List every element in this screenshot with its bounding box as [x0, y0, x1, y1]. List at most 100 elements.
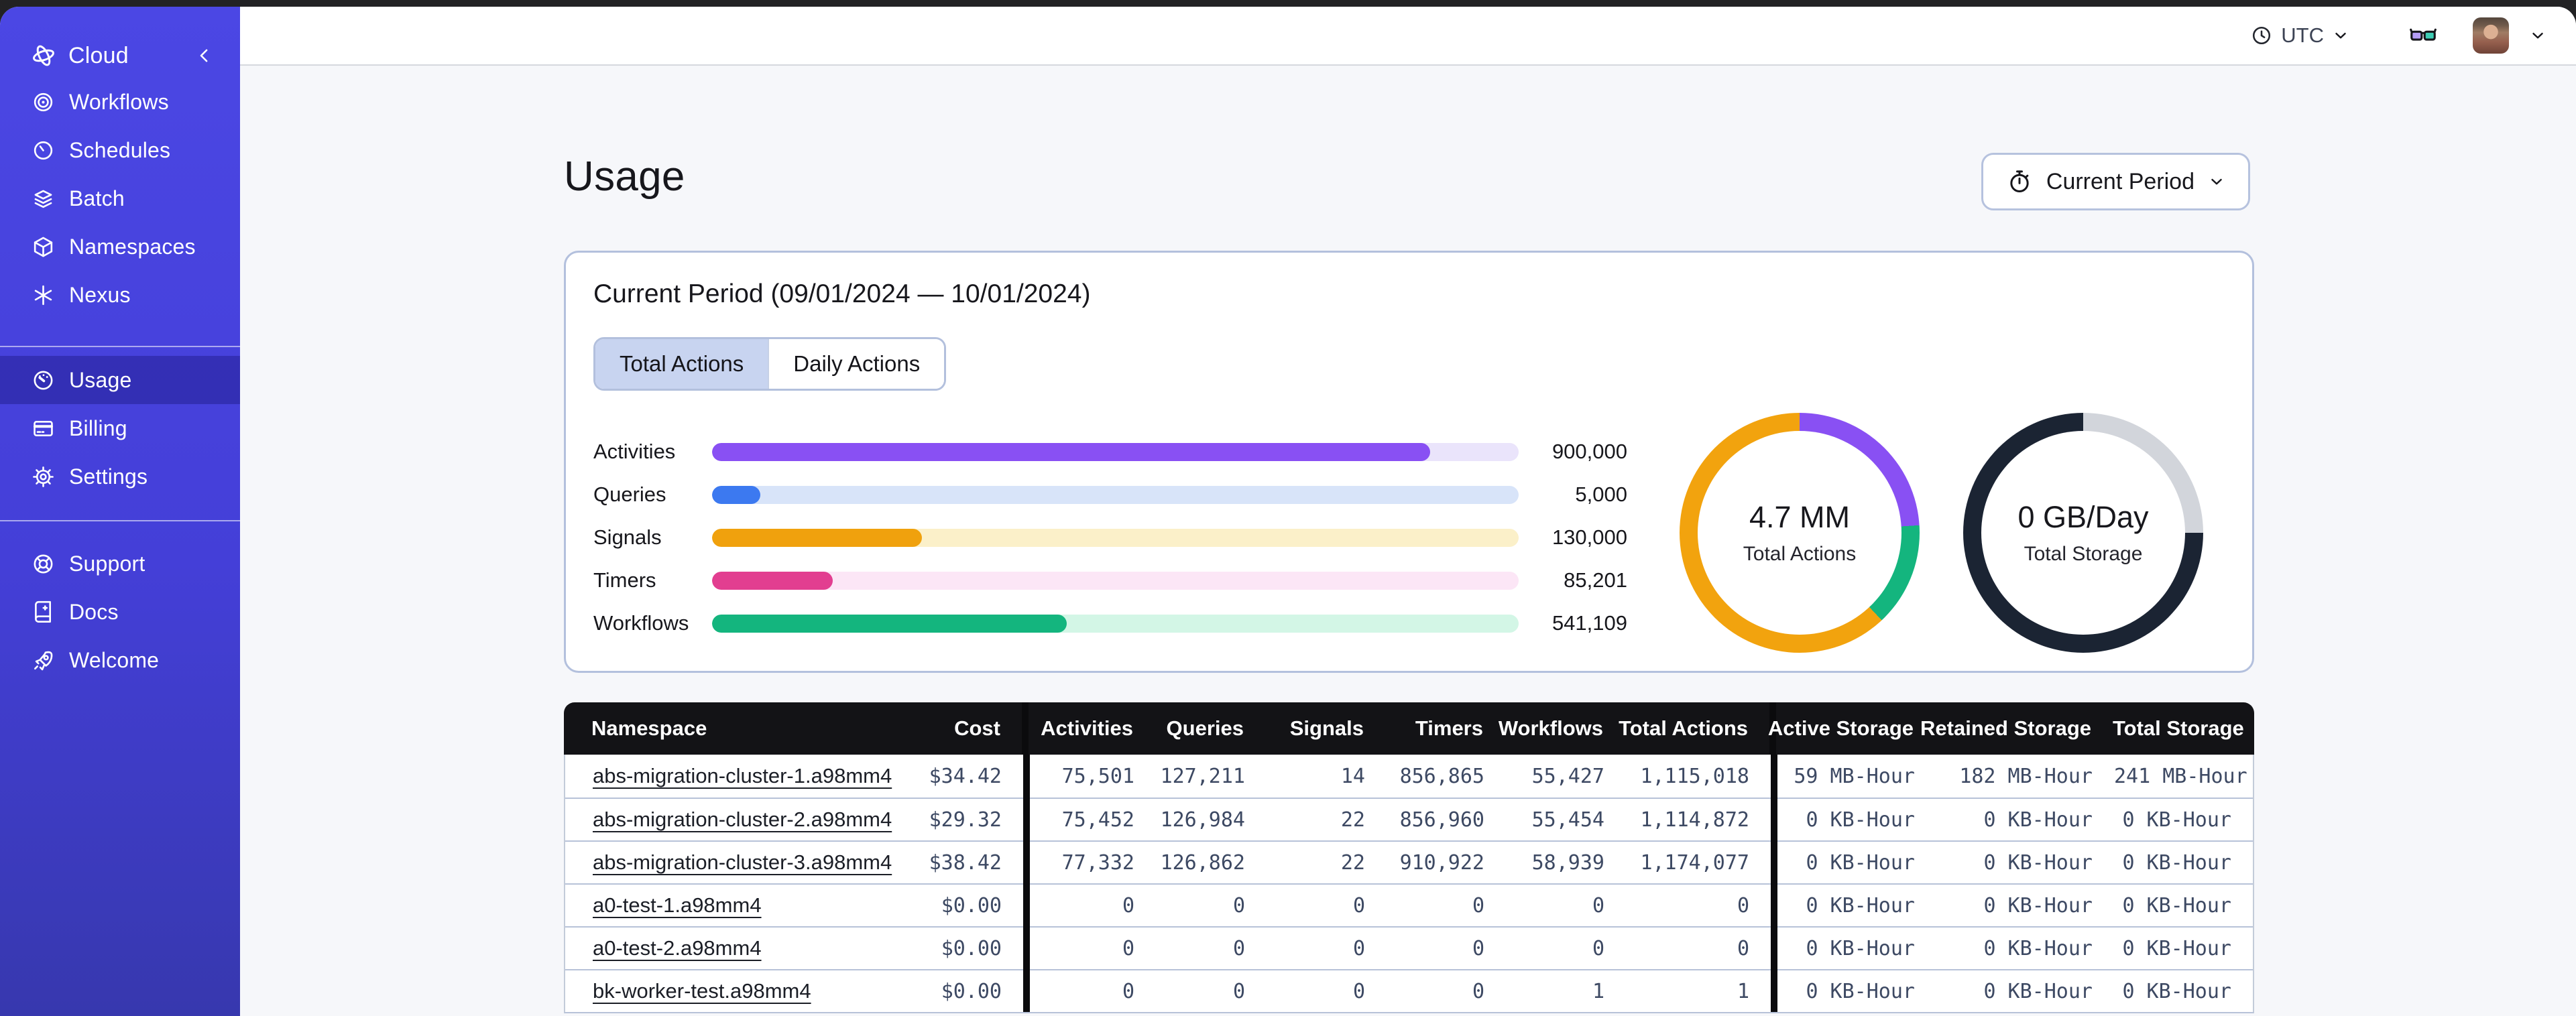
sidebar-collapse-icon[interactable] — [194, 46, 215, 66]
bar-value: 5,000 — [1575, 483, 1627, 506]
namespace-link[interactable]: a0-test-1.a98mm4 — [593, 893, 762, 917]
avatar[interactable] — [2473, 17, 2509, 54]
bar-track — [712, 485, 1519, 504]
bar-label: Workflows — [593, 611, 689, 635]
sidebar-item-batch[interactable]: Batch — [0, 174, 240, 223]
cell-total-actions: 0 — [1626, 926, 1771, 969]
sidebar-item-docs[interactable]: Docs — [0, 588, 240, 636]
cell-active-storage: 0 KB-Hour — [1777, 840, 1936, 883]
namespace-link[interactable]: abs-migration-cluster-1.a98mm4 — [593, 764, 892, 788]
sidebar-item-billing[interactable]: Billing — [0, 404, 240, 452]
bar-value: 900,000 — [1552, 440, 1627, 463]
timezone-select[interactable]: UTC — [2250, 23, 2349, 48]
column-header-cost: Cost — [954, 716, 1000, 740]
sidebar-item-label: Batch — [69, 186, 125, 210]
table-row: abs-migration-cluster-1.a98mm4 $34.42 75,5… — [565, 755, 2253, 798]
namespace-link[interactable]: abs-migration-cluster-3.a98mm4 — [593, 850, 892, 875]
cell-signals: 0 — [1267, 883, 1387, 926]
user-menu-chevron-icon[interactable] — [2529, 27, 2546, 44]
cell-retained-storage: 0 KB-Hour — [1936, 969, 2114, 1012]
bar-fill — [712, 528, 922, 547]
tab-daily-actions[interactable]: Daily Actions — [768, 339, 945, 389]
column-header-total-actions: Total Actions — [1619, 716, 1748, 740]
sidebar-item-namespaces[interactable]: Namespaces — [0, 223, 240, 271]
column-divider — [1771, 883, 1777, 926]
column-divider — [1771, 926, 1777, 969]
tab-total-actions[interactable]: Total Actions — [595, 339, 768, 389]
stopwatch-icon — [2006, 168, 2033, 195]
cell-timers: 856,960 — [1387, 798, 1506, 840]
actions-bar-chart: Activities 900,000 Queries 5,000 Signals 130,… — [593, 430, 1639, 645]
usage-icon — [31, 368, 56, 393]
chevron-down-icon — [2332, 27, 2349, 44]
column-header-retained-storage: Retained Storage — [1920, 716, 2091, 740]
period-select-button[interactable]: Current Period — [1981, 153, 2250, 210]
chevron-down-icon — [2208, 173, 2225, 190]
sidebar-item-welcome[interactable]: Welcome — [0, 636, 240, 684]
table-row: abs-migration-cluster-3.a98mm4 $38.42 77,3… — [565, 840, 2253, 883]
cell-signals: 14 — [1340, 764, 1365, 788]
cell-workflows: 58,939 — [1506, 840, 1626, 883]
cell-timers: 856,865 — [1399, 764, 1484, 788]
sidebar-item-label: Welcome — [69, 647, 160, 672]
cell-cost: $0.00 — [874, 883, 1023, 926]
column-header-signals: Signals — [1289, 716, 1364, 740]
bar-row-timers: Timers 85,201 — [593, 559, 1639, 602]
namespace-link[interactable]: a0-test-2.a98mm4 — [593, 936, 762, 960]
sidebar-item-workflows[interactable]: Workflows — [0, 78, 240, 126]
sidebar-item-label: Settings — [69, 464, 148, 489]
cell-total-actions: 0 — [1626, 883, 1771, 926]
usage-summary-card: Current Period (09/01/2024 — 10/01/2024)… — [564, 251, 2254, 673]
sidebar-item-nexus[interactable]: Nexus — [0, 271, 240, 319]
bar-label: Signals — [593, 525, 662, 549]
total-actions-value: 4.7 MM — [1749, 500, 1851, 534]
cell-cost: $0.00 — [874, 926, 1023, 969]
cell-activities: 0 — [1030, 926, 1156, 969]
cell-retained-storage: 0 KB-Hour — [1936, 798, 2114, 840]
cell-queries: 0 — [1156, 969, 1267, 1012]
cell-total-storage: 0 KB-Hour — [2114, 969, 2253, 1012]
sidebar-item-support[interactable]: Support — [0, 539, 240, 588]
sidebar-item-settings[interactable]: Settings — [0, 452, 240, 501]
sidebar-item-label: Namespaces — [69, 234, 196, 259]
sidebar-item-schedules[interactable]: Schedules — [0, 126, 240, 174]
cell-queries: 126,862 — [1156, 840, 1267, 883]
labs-glasses-icon[interactable] — [2408, 21, 2438, 50]
cell-activities: 75,501 — [1061, 764, 1134, 788]
bar-track — [712, 442, 1519, 461]
cell-retained-storage: 0 KB-Hour — [1936, 926, 2114, 969]
namespaces-icon — [31, 235, 56, 259]
column-divider — [1771, 840, 1777, 883]
namespace-cell: abs-migration-cluster-1.a98mm4 — [565, 755, 892, 798]
total-storage-label: Total Storage — [2024, 543, 2143, 565]
bar-value: 130,000 — [1552, 525, 1627, 549]
cell-total-storage: 0 KB-Hour — [2114, 798, 2253, 840]
column-divider — [1023, 883, 1030, 926]
cell-activities: 75,452 — [1030, 798, 1156, 840]
cell-total-actions: 1,174,077 — [1626, 840, 1771, 883]
cell-retained-storage: 0 KB-Hour — [1936, 840, 2114, 883]
column-divider — [1023, 755, 1030, 798]
table-row: a0-test-1.a98mm4 $0.00 0 0 0 0 0 0 0 KB-Hour 0 KB… — [565, 883, 2253, 926]
namespace-link[interactable]: abs-migration-cluster-2.a98mm4 — [593, 808, 892, 832]
docs-icon — [31, 600, 56, 625]
cell-workflows: 55,427 — [1531, 764, 1604, 788]
cell-queries: 0 — [1156, 883, 1267, 926]
sidebar-item-label: Billing — [69, 416, 127, 440]
column-divider — [1023, 926, 1030, 969]
bar-value: 85,201 — [1564, 568, 1627, 592]
cell-active-storage: 0 KB-Hour — [1777, 926, 1936, 969]
cell-activities: 77,332 — [1030, 840, 1156, 883]
bar-fill — [712, 485, 761, 504]
cell-timers: 910,922 — [1387, 840, 1506, 883]
column-header-timers: Timers — [1415, 716, 1483, 740]
cell-total-actions: 1,114,872 — [1626, 798, 1771, 840]
namespace-link[interactable]: bk-worker-test.a98mm4 — [593, 979, 811, 1003]
column-header-queries: Queries — [1166, 716, 1244, 740]
cell-total-actions: 1 — [1626, 969, 1771, 1012]
namespace-usage-table: Namespace Cost Activities Queries Signals Tim… — [564, 702, 2254, 1013]
bar-row-activities: Activities 900,000 — [593, 430, 1639, 473]
column-divider — [1023, 798, 1030, 840]
sidebar-item-usage[interactable]: Usage — [0, 356, 240, 404]
workflows-icon — [31, 90, 56, 115]
